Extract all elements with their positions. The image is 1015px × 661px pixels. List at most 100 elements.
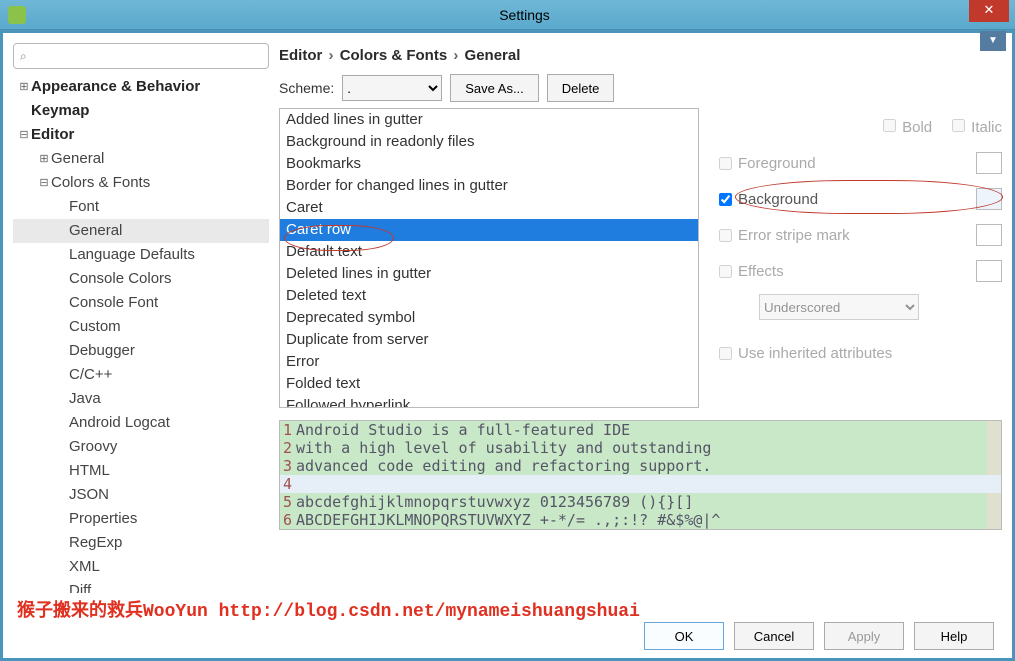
cancel-button[interactable]: Cancel bbox=[734, 622, 814, 650]
attribute-item[interactable]: Added lines in gutter bbox=[280, 109, 698, 131]
preview-code: abcdefghijklmnopqrstuvwxyz 0123456789 ()… bbox=[296, 493, 987, 511]
gutter-marks bbox=[987, 421, 1001, 439]
background-checkbox[interactable] bbox=[719, 193, 732, 206]
tree-item-label: Custom bbox=[69, 315, 121, 339]
tree-item-label: Properties bbox=[69, 507, 137, 531]
preview-code: advanced code editing and refactoring su… bbox=[296, 457, 987, 475]
tree-item[interactable]: Groovy bbox=[13, 435, 269, 459]
tree-item[interactable]: JSON bbox=[13, 483, 269, 507]
tree-item[interactable]: Diff bbox=[13, 579, 269, 593]
tree-item[interactable]: Console Colors bbox=[13, 267, 269, 291]
tree-item-label: General bbox=[69, 219, 122, 243]
preview-line: 6ABCDEFGHIJKLMNOPQRSTUVWXYZ +-*/= .,;:!?… bbox=[280, 511, 1001, 529]
attribute-item[interactable]: Deleted lines in gutter bbox=[280, 263, 698, 285]
dialog-frame: ▼ ⌕ ⊞Appearance & BehaviorKeymap⊟Editor⊞… bbox=[0, 30, 1015, 661]
help-button[interactable]: Help bbox=[914, 622, 994, 650]
tree-toggle-icon: ⊟ bbox=[37, 171, 51, 195]
close-button[interactable]: ✕ bbox=[969, 0, 1009, 22]
line-number: 2 bbox=[280, 439, 296, 457]
tree-item-label: Android Logcat bbox=[69, 411, 170, 435]
effects-checkbox[interactable] bbox=[719, 265, 732, 278]
scheme-select[interactable]: . bbox=[342, 75, 442, 101]
breadcrumb-sep: › bbox=[327, 47, 336, 64]
errorstripe-checkbox[interactable] bbox=[719, 229, 732, 242]
line-number: 5 bbox=[280, 493, 296, 511]
attribute-item[interactable]: Duplicate from server bbox=[280, 329, 698, 351]
tree-item[interactable]: Properties bbox=[13, 507, 269, 531]
tree-item[interactable]: ⊟Colors & Fonts bbox=[13, 171, 269, 195]
attribute-item[interactable]: Border for changed lines in gutter bbox=[280, 175, 698, 197]
foreground-swatch[interactable] bbox=[976, 152, 1002, 174]
tree-item[interactable]: ⊞Appearance & Behavior bbox=[13, 75, 269, 99]
tree-item[interactable]: Language Defaults bbox=[13, 243, 269, 267]
ok-button[interactable]: OK bbox=[644, 622, 724, 650]
line-number: 3 bbox=[280, 457, 296, 475]
tree-item[interactable]: ⊞General bbox=[13, 147, 269, 171]
line-number: 1 bbox=[280, 421, 296, 439]
tree-item-label: Font bbox=[69, 195, 99, 219]
breadcrumb-c: General bbox=[465, 47, 521, 64]
preview-line: 5abcdefghijklmnopqrstuvwxyz 0123456789 (… bbox=[280, 493, 1001, 511]
tree-item[interactable]: XML bbox=[13, 555, 269, 579]
bold-checkbox[interactable] bbox=[883, 119, 896, 132]
tree-item[interactable]: HTML bbox=[13, 459, 269, 483]
tree-item-label: Debugger bbox=[69, 339, 135, 363]
effects-swatch[interactable] bbox=[976, 260, 1002, 282]
search-box[interactable]: ⌕ bbox=[13, 43, 269, 69]
scheme-row: Scheme: . Save As... Delete bbox=[279, 74, 1002, 102]
tree-item[interactable]: Android Logcat bbox=[13, 411, 269, 435]
attribute-item[interactable]: Error bbox=[280, 351, 698, 373]
attribute-item[interactable]: Default text bbox=[280, 241, 698, 263]
app-icon bbox=[8, 6, 26, 24]
tree-item[interactable]: Keymap bbox=[13, 99, 269, 123]
tree-item[interactable]: Custom bbox=[13, 315, 269, 339]
dropdown-titlebar-button[interactable]: ▼ bbox=[980, 31, 1006, 51]
tree-item-label: Appearance & Behavior bbox=[31, 75, 200, 99]
attribute-item[interactable]: Deleted text bbox=[280, 285, 698, 307]
tree-item-label: Diff bbox=[69, 579, 91, 593]
attribute-item[interactable]: Caret bbox=[280, 197, 698, 219]
tree-item-label: XML bbox=[69, 555, 100, 579]
foreground-checkbox[interactable] bbox=[719, 157, 732, 170]
tree-item[interactable]: RegExp bbox=[13, 531, 269, 555]
scheme-label: Scheme: bbox=[279, 80, 334, 96]
settings-tree[interactable]: ⊞Appearance & BehaviorKeymap⊟Editor⊞Gene… bbox=[13, 75, 269, 593]
background-swatch[interactable] bbox=[976, 188, 1002, 210]
tree-item-label: Language Defaults bbox=[69, 243, 195, 267]
sidebar: ⌕ ⊞Appearance & BehaviorKeymap⊟Editor⊞Ge… bbox=[13, 43, 269, 593]
tree-item[interactable]: General bbox=[13, 219, 269, 243]
tree-item[interactable]: C/C++ bbox=[13, 363, 269, 387]
tree-item[interactable]: Console Font bbox=[13, 291, 269, 315]
bold-label: Bold bbox=[902, 119, 932, 136]
attribute-item[interactable]: Followed hyperlink bbox=[280, 395, 698, 408]
attribute-item[interactable]: Bookmarks bbox=[280, 153, 698, 175]
tree-toggle-icon: ⊞ bbox=[17, 75, 31, 99]
tree-item-label: Keymap bbox=[31, 99, 89, 123]
tree-item[interactable]: Font bbox=[13, 195, 269, 219]
tree-item[interactable]: ⊟Editor bbox=[13, 123, 269, 147]
inherit-checkbox[interactable] bbox=[719, 347, 732, 360]
preview-line: 2with a high level of usability and outs… bbox=[280, 439, 1001, 457]
attributes-list[interactable]: Added lines in gutterBackground in reado… bbox=[279, 108, 699, 408]
tree-item[interactable]: Debugger bbox=[13, 339, 269, 363]
italic-checkbox[interactable] bbox=[952, 119, 965, 132]
tree-item-label: HTML bbox=[69, 459, 110, 483]
search-input[interactable] bbox=[31, 49, 262, 63]
attribute-item[interactable]: Caret row bbox=[280, 219, 698, 241]
tree-item[interactable]: Java bbox=[13, 387, 269, 411]
apply-button[interactable]: Apply bbox=[824, 622, 904, 650]
attribute-item[interactable]: Folded text bbox=[280, 373, 698, 395]
save-as-button[interactable]: Save As... bbox=[450, 74, 539, 102]
attribute-item[interactable]: Background in readonly files bbox=[280, 131, 698, 153]
tree-item-label: Editor bbox=[31, 123, 74, 147]
tree-toggle-icon: ⊟ bbox=[17, 123, 31, 147]
foreground-label: Foreground bbox=[738, 155, 816, 172]
gutter-marks bbox=[987, 493, 1001, 511]
delete-button[interactable]: Delete bbox=[547, 74, 615, 102]
search-icon: ⌕ bbox=[20, 49, 27, 64]
preview-code: with a high level of usability and outst… bbox=[296, 439, 987, 457]
effect-type-select[interactable]: Underscored bbox=[759, 294, 919, 320]
attribute-item[interactable]: Deprecated symbol bbox=[280, 307, 698, 329]
errorstripe-swatch[interactable] bbox=[976, 224, 1002, 246]
breadcrumb-a: Editor bbox=[279, 47, 322, 64]
